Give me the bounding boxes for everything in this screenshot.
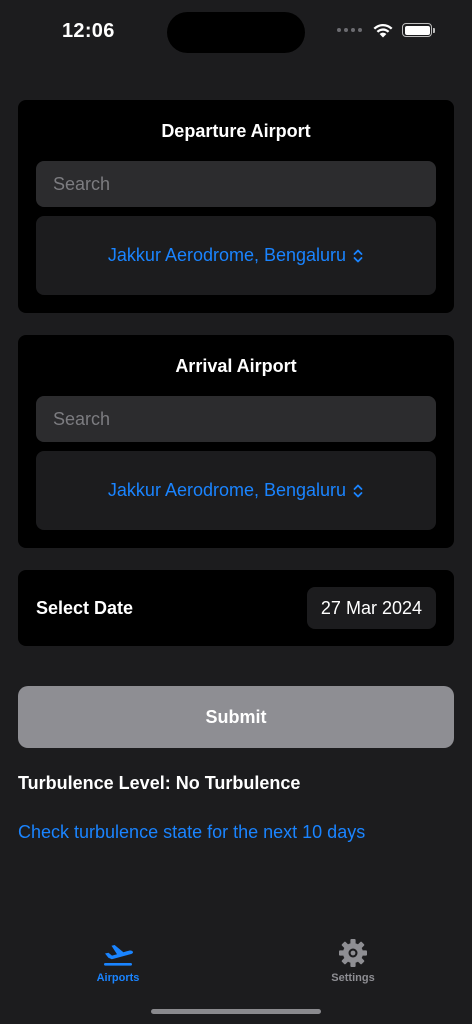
status-time: 12:06 (62, 20, 115, 42)
date-card: Select Date 27 Mar 2024 (18, 570, 454, 646)
select-date-label: Select Date (36, 598, 134, 618)
tab-settings[interactable]: Settings (293, 938, 413, 984)
cellular-signal-icon (337, 28, 362, 32)
chevron-up-down-icon (353, 249, 363, 262)
tab-airports-label: Airports (96, 972, 140, 984)
dynamic-island (167, 12, 305, 53)
departure-card: Departure Airport Jakkur Aerodrome, Beng… (18, 100, 454, 313)
arrival-airport-picker[interactable]: Jakkur Aerodrome, Bengaluru (36, 451, 436, 530)
check-turbulence-link[interactable]: Check turbulence state for the next 10 d… (18, 822, 365, 843)
departure-airport-picker[interactable]: Jakkur Aerodrome, Bengaluru (36, 216, 436, 295)
gear-icon (339, 939, 367, 967)
arrival-title: Arrival Airport (175, 356, 297, 376)
status-icons (337, 22, 435, 38)
departure-search-input[interactable] (36, 161, 436, 207)
departure-title: Departure Airport (161, 121, 311, 141)
airplane-departure-icon (104, 945, 134, 966)
battery-icon (402, 23, 435, 37)
arrival-search-input[interactable] (36, 396, 436, 442)
tab-airports[interactable]: Airports (58, 938, 178, 984)
status-bar: 12:06 (0, 0, 472, 60)
date-picker[interactable]: 27 Mar 2024 (306, 587, 436, 629)
departure-airport-value: Jakkur Aerodrome, Bengaluru (107, 245, 347, 265)
home-indicator (151, 1009, 321, 1014)
submit-button[interactable]: Submit (18, 686, 454, 748)
arrival-card: Arrival Airport Jakkur Aerodrome, Bengal… (18, 335, 454, 548)
wifi-icon (373, 23, 393, 38)
arrival-airport-value: Jakkur Aerodrome, Bengaluru (107, 480, 347, 500)
tab-settings-label: Settings (331, 972, 375, 984)
chevron-up-down-icon (353, 484, 363, 497)
turbulence-level-text: Turbulence Level: No Turbulence (18, 773, 301, 793)
